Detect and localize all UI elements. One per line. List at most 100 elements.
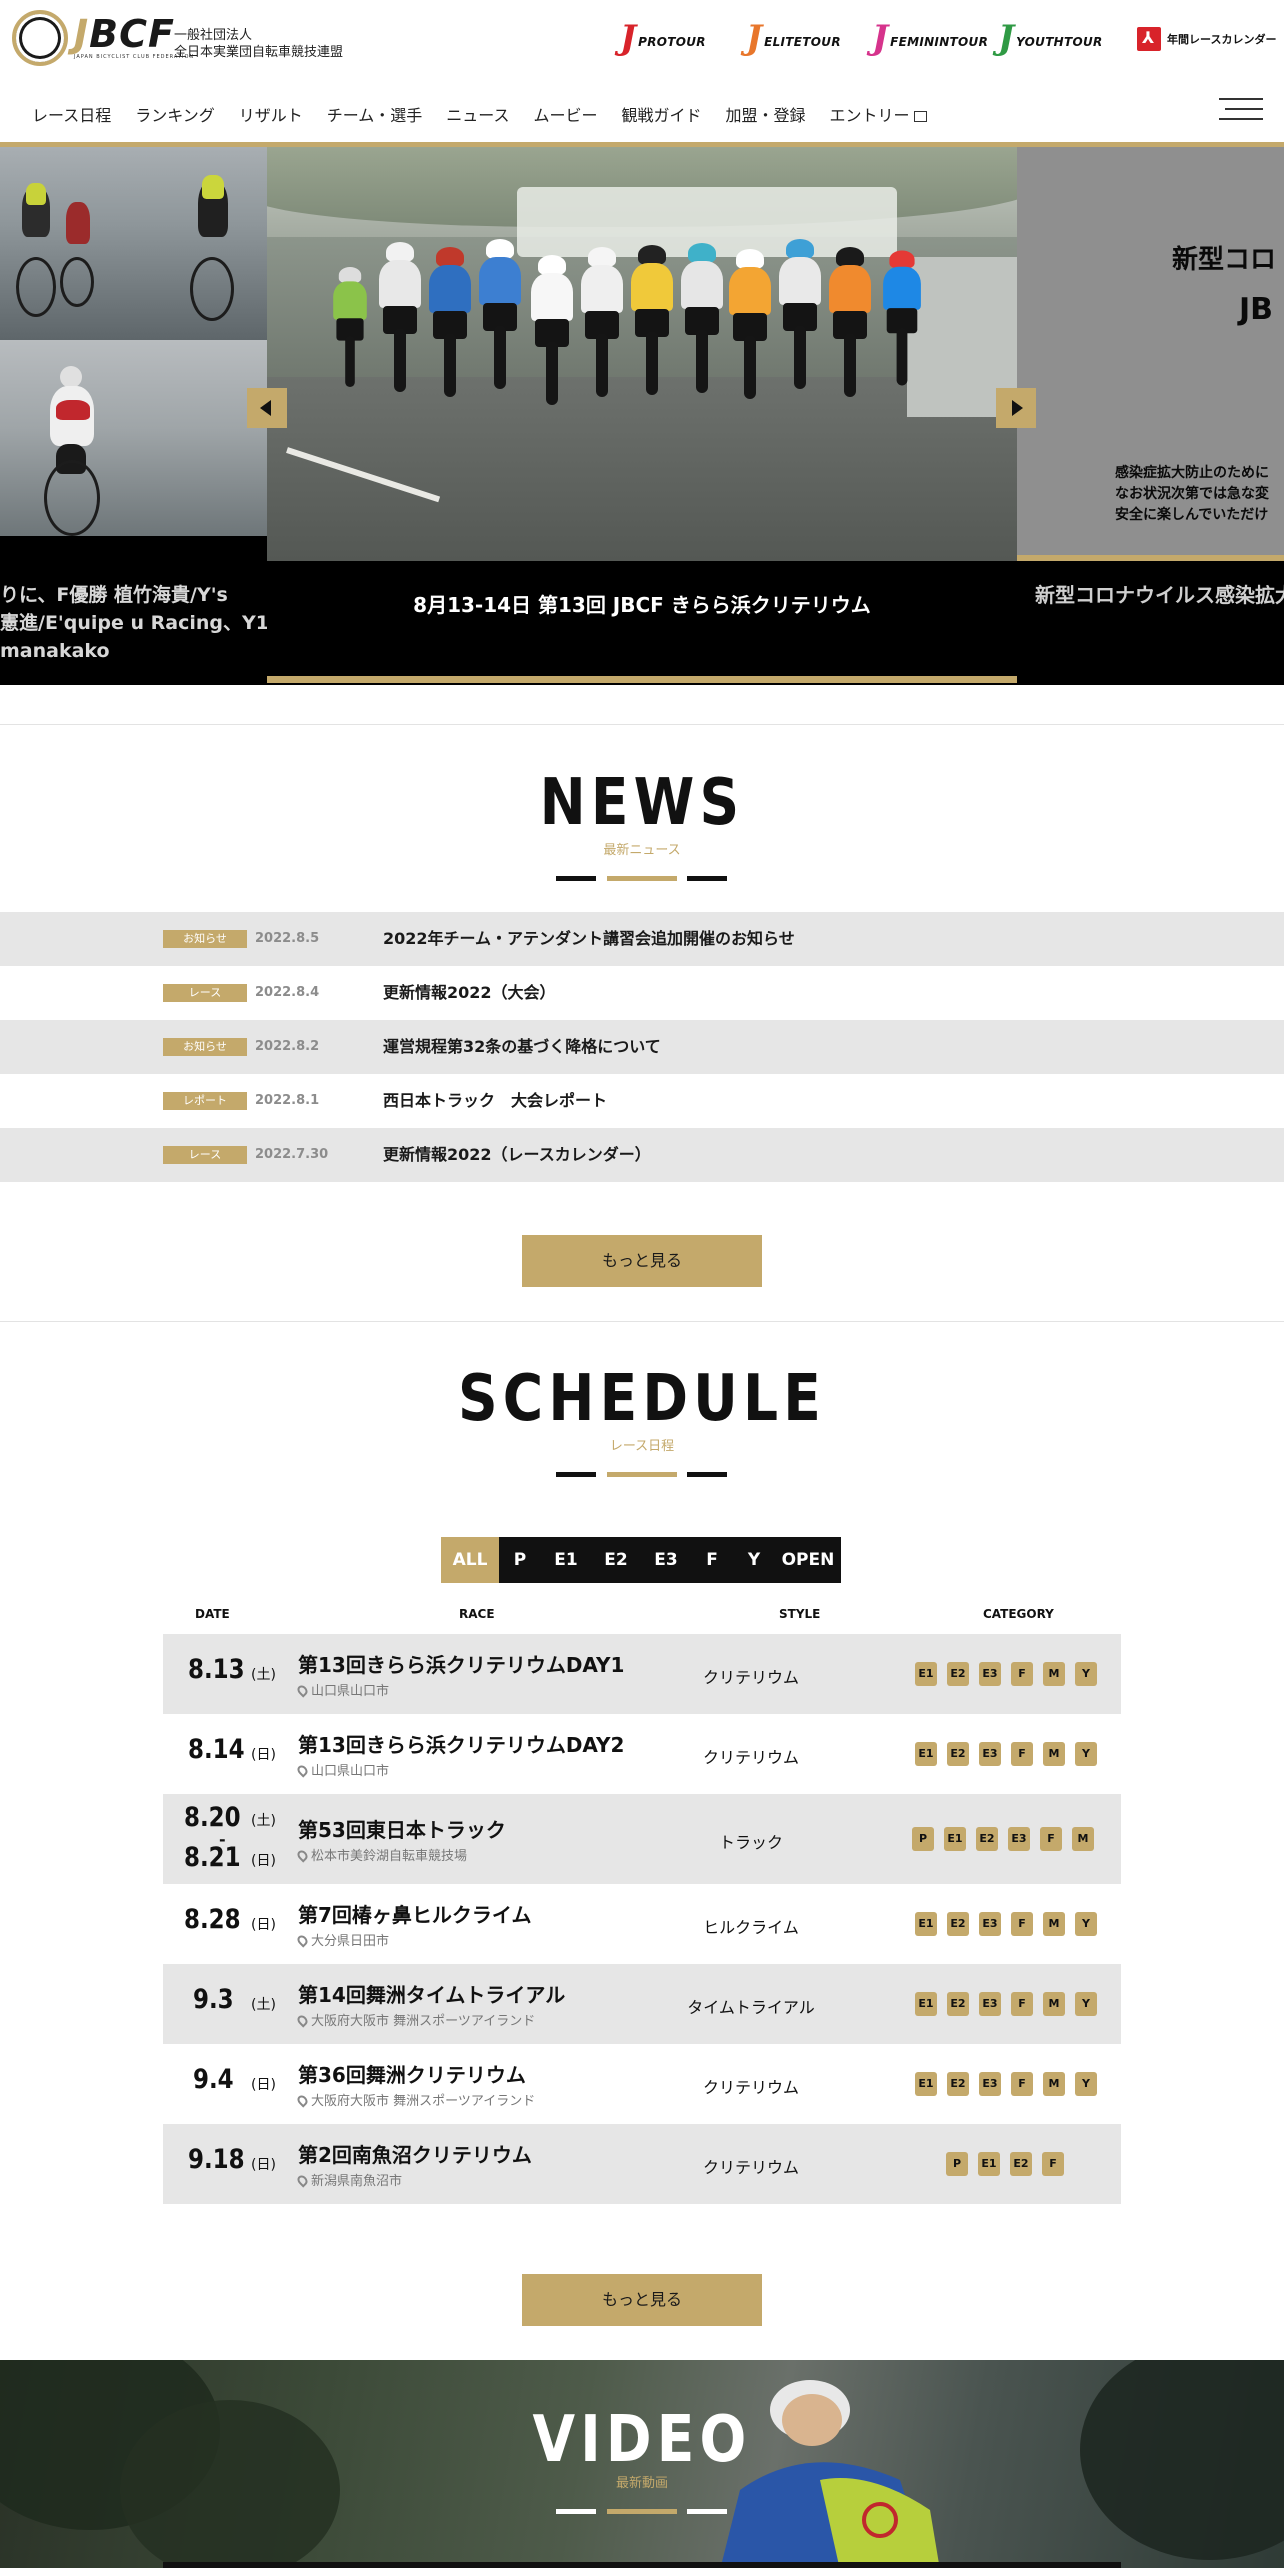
carousel-next-arrow-icon[interactable] <box>996 388 1036 428</box>
race-location-text: 大阪府大阪市 舞洲スポーツアイランド <box>311 2094 536 2109</box>
news-title[interactable]: 2022年チーム・アテンダント講習会追加開催のお知らせ <box>383 928 795 950</box>
schedule-row[interactable]: 9.3 (土) 第14回舞洲タイムトライアル 大阪府大阪市 舞洲スポーツアイラン… <box>163 1964 1121 2044</box>
race-style: クリテリウム <box>702 1668 799 1687</box>
nav-news[interactable]: ニュース <box>446 102 509 126</box>
active-slide-title: 8月13-14日 第13回 JBCF きらら浜クリテリウム <box>413 593 871 617</box>
map-pin-icon <box>295 1848 310 1863</box>
news-item[interactable]: お知らせ 2022.8.5 2022年チーム・アテンダント講習会追加開催のお知ら… <box>0 912 1284 966</box>
filter-tab-all[interactable]: ALL <box>441 1537 499 1583</box>
nav-viewing-guide[interactable]: 観戦ガイド <box>622 102 702 126</box>
carousel-slide-active[interactable]: 8月13-14日 第13回 JBCF きらら浜クリテリウム <box>267 147 1017 685</box>
category-filter-tabs: ALL P E1 E2 E3 F Y OPEN <box>441 1537 841 1583</box>
org-name: 全日本実業団自転車競技連盟 <box>174 45 344 60</box>
news-date: 2022.8.4 <box>255 985 320 1000</box>
carousel-slide-next[interactable]: 新型コロ JB 感染症拡大防止のために なお状況次第では急な変 安全に楽しんでい… <box>1017 147 1284 685</box>
race-weekday-start: (土) <box>251 1813 276 1829</box>
race-name[interactable]: 第53回東日本トラック <box>298 1814 506 1843</box>
news-item[interactable]: レース 2022.7.30 更新情報2022（レースカレンダー） <box>0 1128 1284 1182</box>
race-location: 松本市美鈴湖自転車競技場 <box>295 1845 468 1864</box>
race-weekday: (土) <box>251 1997 276 2013</box>
race-name[interactable]: 第13回きらら浜クリテリウムDAY2 <box>298 1729 624 1758</box>
video-section-subtitle: 最新動画 <box>615 2476 668 2491</box>
hero-carousel: りに、F優勝 植竹海貴/Y's 憲進/E'quipe u Racing、Y1 m… <box>0 147 1284 685</box>
schedule-row[interactable]: 8.28 (日) 第7回椿ヶ鼻ヒルクライム 大分県日田市 ヒルクライム E1 E… <box>163 1884 1121 1964</box>
race-style: クリテリウム <box>702 1748 799 1767</box>
race-date-start: 8.20 <box>184 1802 241 1833</box>
nav-race-schedule[interactable]: レース日程 <box>32 102 111 126</box>
race-weekday: (日) <box>251 1747 276 1763</box>
race-name[interactable]: 第36回舞洲クリテリウム <box>298 2059 526 2088</box>
logo-j: J <box>74 12 90 56</box>
category-badge: P <box>912 1827 934 1851</box>
nav-entry[interactable]: エントリー <box>830 102 927 126</box>
category-badge: E2 <box>947 1912 969 1936</box>
tour-link-youthtour[interactable]: J YOUTHTOUR <box>998 21 1103 55</box>
category-badge: F <box>1011 1662 1033 1686</box>
carousel-slide-prev[interactable]: りに、F優勝 植竹海貴/Y's 憲進/E'quipe u Racing、Y1 m… <box>0 147 269 685</box>
race-name[interactable]: 第13回きらら浜クリテリウムDAY1 <box>298 1649 624 1678</box>
race-date-end: 8.21 <box>184 1842 241 1873</box>
category-badge: E2 <box>947 1742 969 1766</box>
news-item[interactable]: レポート 2022.8.1 西日本トラック 大会レポート <box>0 1074 1284 1128</box>
filter-tab-e2[interactable]: E2 <box>591 1537 641 1583</box>
nav-results[interactable]: リザルト <box>239 102 303 126</box>
tour-link-protour[interactable]: J PROTOUR <box>620 21 706 55</box>
schedule-row[interactable]: 9.4 (日) 第36回舞洲クリテリウム 大阪府大阪市 舞洲スポーツアイランド … <box>163 2044 1121 2124</box>
race-location-text: 松本市美鈴湖自転車競技場 <box>311 1849 468 1864</box>
logo-bcf: BCF <box>89 12 175 56</box>
notice-title-jbcf: JB <box>1239 292 1274 327</box>
tour-link-elitetour[interactable]: J ELITETOUR <box>746 21 841 55</box>
filter-tab-open[interactable]: OPEN <box>775 1537 841 1583</box>
race-weekday-end: (日) <box>251 1853 276 1869</box>
category-badge: E1 <box>978 2152 1000 2176</box>
filter-tab-p[interactable]: P <box>499 1537 541 1583</box>
race-name[interactable]: 第2回南魚沼クリテリウム <box>298 2139 532 2168</box>
nav-entry-label: エントリー <box>829 106 910 125</box>
nav-ranking[interactable]: ランキング <box>135 102 215 126</box>
filter-tab-e3[interactable]: E3 <box>641 1537 691 1583</box>
caption-line: manakako <box>0 640 110 662</box>
pdf-icon[interactable] <box>1137 27 1161 51</box>
news-title[interactable]: 更新情報2022（レースカレンダー） <box>383 1144 651 1166</box>
category-badge: E3 <box>1008 1827 1030 1851</box>
category-badge: E1 <box>915 1742 937 1766</box>
schedule-more-button[interactable]: もっと見る <box>522 2274 762 2326</box>
schedule-row[interactable]: 8.14 (日) 第13回きらら浜クリテリウムDAY2 山口県山口市 クリテリウ… <box>163 1714 1121 1794</box>
schedule-row[interactable]: 8.13 (土) 第13回きらら浜クリテリウムDAY1 山口県山口市 クリテリウ… <box>163 1634 1121 1714</box>
notice-body-line: 安全に楽しんでいただけ <box>1115 507 1269 523</box>
section-divider <box>0 1321 1284 1322</box>
race-location-text: 山口県山口市 <box>311 1764 390 1779</box>
schedule-row[interactable]: 9.18 (日) 第2回南魚沼クリテリウム 新潟県南魚沼市 クリテリウム P E… <box>163 2124 1121 2204</box>
filter-tab-f[interactable]: F <box>691 1537 733 1583</box>
news-title[interactable]: 運営規程第32条の基づく降格について <box>383 1036 661 1058</box>
race-weekday: (日) <box>251 2077 276 2093</box>
race-name[interactable]: 第14回舞洲タイムトライアル <box>298 1979 565 2008</box>
filter-tab-y[interactable]: Y <box>733 1537 775 1583</box>
carousel-prev-arrow-icon[interactable] <box>247 388 287 428</box>
nav-teams-riders[interactable]: チーム・選手 <box>327 102 423 126</box>
category-badge: E3 <box>979 1662 1001 1686</box>
race-date: 9.18 <box>188 2144 245 2175</box>
category-badge: E1 <box>944 1827 966 1851</box>
calendar-pdf-link[interactable]: 年間レースカレンダー <box>1167 31 1276 47</box>
news-title[interactable]: 更新情報2022（大会） <box>383 982 556 1004</box>
notice-body-line: 感染症拡大防止のために <box>1115 465 1269 481</box>
schedule-row[interactable]: 8.20 (土) - 8.21 (日) 第53回東日本トラック 松本市美鈴湖自転… <box>163 1794 1121 1884</box>
tour-link-feminintour[interactable]: J FEMININTOUR <box>872 21 989 55</box>
race-name[interactable]: 第7回椿ヶ鼻ヒルクライム <box>298 1899 532 1928</box>
news-title[interactable]: 西日本トラック 大会レポート <box>383 1090 607 1112</box>
nav-membership[interactable]: 加盟・登録 <box>726 102 806 126</box>
col-header-category: CATEGORY <box>983 1607 1054 1621</box>
race-location-text: 大分県日田市 <box>311 1934 390 1949</box>
category-badge: F <box>1011 1742 1033 1766</box>
news-item[interactable]: レース 2022.8.4 更新情報2022（大会） <box>0 966 1284 1020</box>
filter-tab-e1[interactable]: E1 <box>541 1537 591 1583</box>
tour-name: FEMININTOUR <box>890 35 989 49</box>
news-item[interactable]: お知らせ 2022.8.2 運営規程第32条の基づく降格について <box>0 1020 1284 1074</box>
notice-title: 新型コロ <box>1172 245 1277 275</box>
nav-movies[interactable]: ムービー <box>533 102 597 126</box>
map-pin-icon <box>295 2173 310 2188</box>
category-badge: F <box>1011 1912 1033 1936</box>
hamburger-menu-icon[interactable] <box>1219 95 1263 123</box>
news-more-button[interactable]: もっと見る <box>522 1235 762 1287</box>
